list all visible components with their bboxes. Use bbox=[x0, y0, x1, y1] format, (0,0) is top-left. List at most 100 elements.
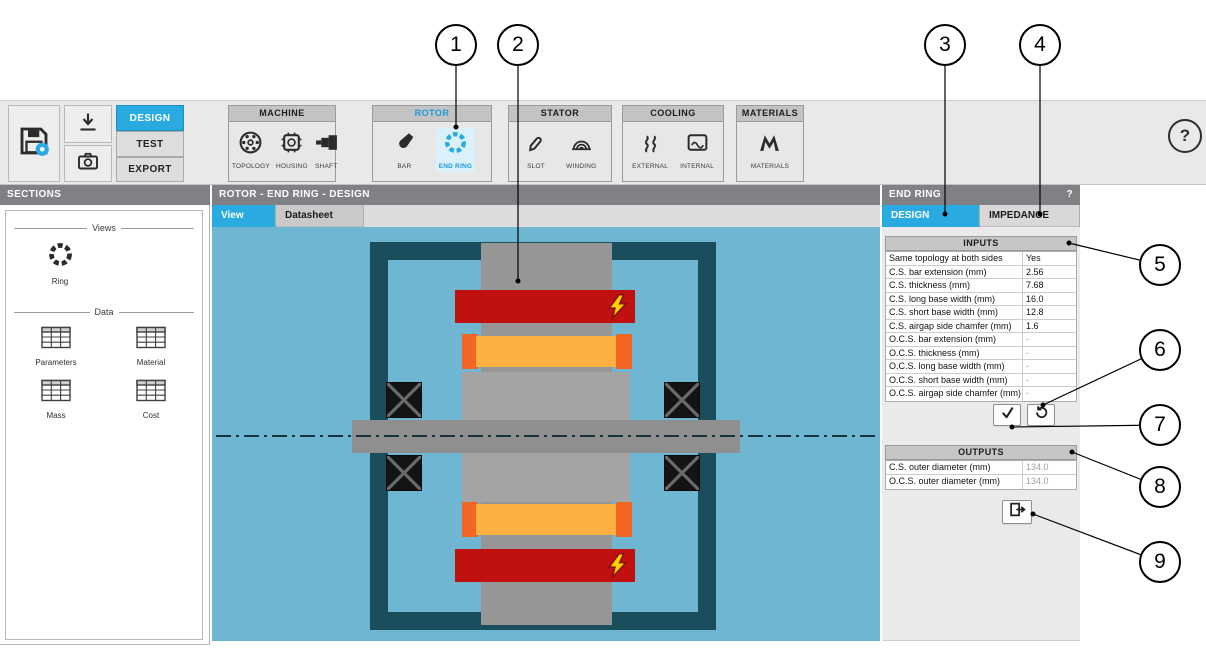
toolbar-item-housing[interactable]: HOUSING bbox=[273, 128, 311, 172]
panel-tab-impedance[interactable]: IMPEDANCE bbox=[980, 205, 1080, 227]
input-label: C.S. thickness (mm) bbox=[886, 279, 1022, 292]
toolbar-item-bar[interactable]: BAR bbox=[389, 128, 420, 172]
group-stator-label: STATOR bbox=[509, 106, 611, 122]
design-canvas[interactable] bbox=[212, 227, 880, 641]
materials-icon bbox=[757, 130, 782, 160]
sections-title: SECTIONS bbox=[7, 189, 61, 200]
toolbar-item-label: WINDING bbox=[566, 163, 596, 170]
table-row: C.S. thickness (mm)7.68 bbox=[886, 279, 1076, 293]
table-row: C.S. outer diameter (mm)134.0 bbox=[886, 461, 1076, 475]
ring-icon bbox=[47, 241, 74, 273]
toolbar-item-end-ring[interactable]: END RING bbox=[436, 128, 475, 172]
mass-table-icon bbox=[41, 379, 71, 407]
mode-tab-export[interactable]: EXPORT bbox=[116, 157, 184, 182]
toolbar-item-label: END RING bbox=[439, 163, 472, 170]
bearing-right-bottom-shape bbox=[664, 455, 700, 491]
snapshot-button[interactable] bbox=[64, 145, 112, 182]
inputs-title: INPUTS bbox=[963, 238, 998, 248]
input-label: C.S. airgap side chamfer (mm) bbox=[886, 320, 1022, 333]
table-row: C.S. airgap side chamfer (mm)1.6 bbox=[886, 320, 1076, 334]
outputs-title: OUTPUTS bbox=[958, 447, 1004, 457]
sections-box: Views Ring Data Parameters bbox=[5, 210, 203, 640]
callout-2: 2 bbox=[497, 24, 539, 66]
import-button[interactable] bbox=[64, 105, 112, 143]
table-row: O.C.S. bar extension (mm)- bbox=[886, 333, 1076, 347]
tab-view[interactable]: View bbox=[212, 205, 276, 227]
callout-7: 7 bbox=[1139, 404, 1181, 446]
input-value[interactable]: 1.6 bbox=[1022, 320, 1076, 333]
callout-number: 5 bbox=[1154, 253, 1166, 277]
save-button[interactable] bbox=[8, 105, 60, 182]
mode-tab-design[interactable]: DESIGN bbox=[116, 105, 184, 131]
panel-help-icon[interactable]: ? bbox=[1066, 185, 1073, 205]
mode-tab-test[interactable]: TEST bbox=[116, 131, 184, 157]
input-value[interactable]: 2.56 bbox=[1022, 266, 1076, 279]
export-results-button[interactable] bbox=[1002, 500, 1032, 524]
toolbar-item-slot[interactable]: SLOT bbox=[521, 128, 552, 172]
tab-datasheet[interactable]: Datasheet bbox=[276, 205, 364, 227]
input-value[interactable]: Yes bbox=[1022, 252, 1076, 265]
check-icon bbox=[1000, 405, 1015, 425]
end-ring-panel: END RING ? DESIGN IMPEDANCE INPUTS Same … bbox=[882, 185, 1080, 641]
input-label: O.C.S. bar extension (mm) bbox=[886, 333, 1022, 346]
output-label: C.S. outer diameter (mm) bbox=[886, 461, 1022, 474]
callout-1: 1 bbox=[435, 24, 477, 66]
sidebar-item-material[interactable]: Material bbox=[111, 326, 191, 367]
group-cooling-label: COOLING bbox=[623, 106, 723, 122]
sidebar-item-mass[interactable]: Mass bbox=[16, 379, 96, 420]
toolbar-item-winding[interactable]: WINDING bbox=[563, 128, 599, 172]
input-value: - bbox=[1022, 387, 1076, 401]
material-table-icon bbox=[136, 326, 166, 354]
toolbar-item-shaft[interactable]: SHAFT bbox=[311, 128, 342, 172]
views-divider-label: Views bbox=[92, 223, 116, 233]
views-divider: Views bbox=[14, 223, 194, 233]
toolbar-item-external-cooling[interactable]: EXTERNAL bbox=[629, 128, 671, 172]
input-label: O.C.S. long base width (mm) bbox=[886, 360, 1022, 373]
input-value: - bbox=[1022, 360, 1076, 373]
outputs-header: OUTPUTS bbox=[885, 445, 1077, 460]
reset-button[interactable] bbox=[1027, 404, 1055, 426]
sidebar-item-cost[interactable]: Cost bbox=[111, 379, 191, 420]
main-tabs-strip: View Datasheet bbox=[212, 205, 880, 227]
topology-icon bbox=[238, 130, 263, 160]
toolbar-item-internal-cooling[interactable]: INTERNAL bbox=[677, 128, 717, 172]
input-value: - bbox=[1022, 347, 1076, 360]
input-label: O.C.S. short base width (mm) bbox=[886, 374, 1022, 387]
panel-header: END RING ? bbox=[882, 185, 1080, 205]
sidebar-item-ring[interactable]: Ring bbox=[28, 241, 92, 286]
apply-button[interactable] bbox=[993, 404, 1021, 426]
input-value[interactable]: 12.8 bbox=[1022, 306, 1076, 319]
sections-header: SECTIONS bbox=[0, 185, 210, 205]
input-value[interactable]: 7.68 bbox=[1022, 279, 1076, 292]
callout-number: 2 bbox=[512, 33, 524, 57]
group-cooling: COOLING EXTERNAL INTERNAL bbox=[622, 105, 724, 182]
callout-8: 8 bbox=[1139, 466, 1181, 508]
bar-extension-top-right-shape bbox=[616, 334, 632, 369]
panel-tab-design[interactable]: DESIGN bbox=[882, 205, 980, 227]
sidebar-item-label: Mass bbox=[46, 411, 65, 420]
toolbar-item-topology[interactable]: TOPOLOGY bbox=[229, 128, 273, 172]
group-stator: STATOR SLOT bbox=[508, 105, 612, 182]
input-value: - bbox=[1022, 374, 1076, 387]
toolbar-item-materials[interactable]: MATERIALS bbox=[748, 128, 792, 172]
input-value[interactable]: 16.0 bbox=[1022, 293, 1076, 306]
rotor-bar-top-shape bbox=[476, 336, 616, 367]
output-label: O.C.S. outer diameter (mm) bbox=[886, 475, 1022, 489]
callout-4: 4 bbox=[1019, 24, 1061, 66]
panel-title: END RING bbox=[889, 185, 941, 205]
refresh-icon bbox=[1034, 405, 1049, 425]
slot-icon bbox=[524, 130, 549, 160]
bearing-right-top-shape bbox=[664, 382, 700, 418]
group-rotor: ROTOR BAR END RING bbox=[372, 105, 492, 182]
help-button[interactable]: ? bbox=[1168, 119, 1202, 153]
callout-number: 9 bbox=[1154, 550, 1166, 574]
table-row: O.C.S. outer diameter (mm)134.0 bbox=[886, 475, 1076, 489]
table-row: Same topology at both sidesYes bbox=[886, 252, 1076, 266]
housing-icon bbox=[279, 130, 304, 160]
group-materials-label: MATERIALS bbox=[737, 106, 803, 122]
sidebar-item-parameters[interactable]: Parameters bbox=[16, 326, 96, 367]
toolbar-item-label: MATERIALS bbox=[751, 163, 789, 170]
callout-5: 5 bbox=[1139, 244, 1181, 286]
callout-number: 1 bbox=[450, 33, 462, 57]
bar-icon bbox=[392, 130, 417, 160]
